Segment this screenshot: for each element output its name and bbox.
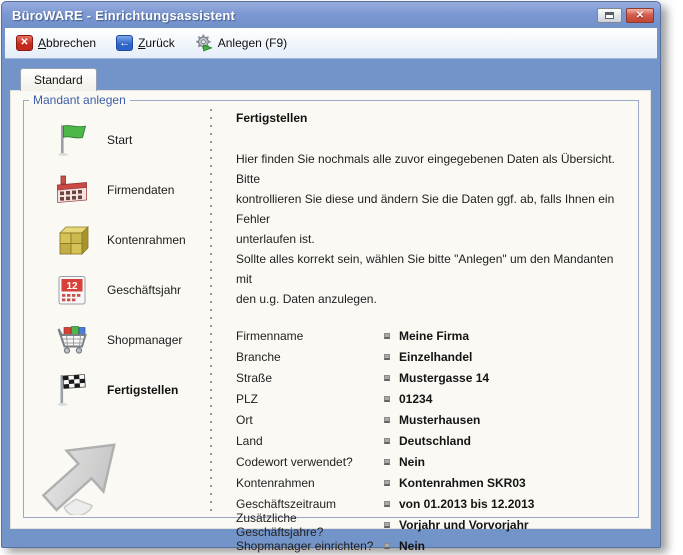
bullet-icon [384, 543, 390, 549]
summary-row: Kontenrahmen Kontenrahmen SKR03 [236, 472, 628, 493]
summary-value: Nein [399, 455, 425, 469]
wizard-window: BüroWARE - Einrichtungsassistent ✕ ✕ Abb… [1, 1, 661, 548]
summary-row: Land Deutschland [236, 430, 628, 451]
restore-window-icon [605, 12, 614, 19]
tab-page: Mandant anlegen Start [10, 90, 651, 529]
bullet-icon [384, 480, 390, 486]
summary-label: Branche [236, 350, 384, 364]
create-label: Anlegen (F9) [218, 36, 287, 50]
summary-row: Ort Musterhausen [236, 409, 628, 430]
cancel-label: Abbrechen [38, 36, 96, 50]
wizard-step-geschaeftsjahr[interactable]: 12 Geschäftsjahr [34, 265, 204, 315]
bullet-icon [384, 501, 390, 507]
summary-value: Vorjahr und Vorvorjahr [399, 518, 529, 532]
summary-row: Straße Mustergasse 14 [236, 367, 628, 388]
restore-window-button[interactable] [597, 8, 622, 23]
summary-value: Nein [399, 539, 425, 553]
window-title: BüroWARE - Einrichtungsassistent [12, 8, 597, 23]
summary-label: Zusätzliche Geschäftsjahre? [236, 511, 384, 539]
summary-label: PLZ [236, 392, 384, 406]
summary-value: von 01.2013 bis 12.2013 [399, 497, 534, 511]
summary-row: Firmenname Meine Firma [236, 325, 628, 346]
bullet-icon [384, 375, 390, 381]
create-gear-icon [195, 34, 213, 52]
summary-label: Shopmanager einrichten? [236, 539, 384, 553]
summary-value: Mustergasse 14 [399, 371, 489, 385]
bullet-icon [384, 396, 390, 402]
summary-label: Kontenrahmen [236, 476, 384, 490]
wizard-step-label: Firmendaten [107, 183, 174, 197]
wizard-step-label: Fertigstellen [107, 383, 178, 397]
window-controls: ✕ [597, 8, 654, 23]
back-label: Zurück [138, 36, 175, 50]
summary-label: Straße [236, 371, 384, 385]
wizard-step-kontenrahmen[interactable]: Kontenrahmen [34, 215, 204, 265]
summary-row: PLZ 01234 [236, 388, 628, 409]
bullet-icon [384, 438, 390, 444]
desktop: BüroWARE - Einrichtungsassistent ✕ ✕ Abb… [0, 0, 683, 555]
wizard-step-label: Geschäftsjahr [107, 283, 181, 297]
wizard-step-label: Shopmanager [107, 333, 182, 347]
summary-value: Einzelhandel [399, 350, 472, 364]
summary-row: Shopmanager einrichten? Nein [236, 535, 628, 555]
summary-list: Firmenname Meine Firma Branche Einzelhande… [236, 325, 628, 555]
bullet-icon [384, 459, 390, 465]
summary-value: Deutschland [399, 434, 471, 448]
create-button[interactable]: Anlegen (F9) [195, 34, 287, 52]
arrow-watermark-image [26, 417, 144, 511]
summary-panel: Fertigstellen Hier finden Sie nochmals a… [236, 111, 628, 511]
wizard-step-shopmanager[interactable]: Shopmanager [34, 315, 204, 365]
wizard-step-fertigstellen[interactable]: Fertigstellen [34, 365, 204, 415]
page-title: Fertigstellen [236, 111, 628, 125]
summary-row: Branche Einzelhandel [236, 346, 628, 367]
dotted-separator [210, 109, 212, 511]
cancel-icon: ✕ [16, 35, 33, 51]
shopping-cart-icon [52, 320, 92, 360]
close-window-button[interactable]: ✕ [626, 8, 654, 23]
wizard-step-start[interactable]: Start [34, 115, 204, 165]
checkered-flag-icon [52, 370, 92, 410]
intro-text: Hier finden Sie nochmals alle zuvor eing… [236, 149, 628, 309]
summary-value: 01234 [399, 392, 432, 406]
toolbar: ✕ Abbrechen ← Zurück [5, 28, 657, 59]
summary-value: Kontenrahmen SKR03 [399, 476, 526, 490]
back-button[interactable]: ← Zurück [116, 35, 175, 51]
bullet-icon [384, 522, 390, 528]
gold-boxes-icon [52, 220, 92, 260]
wizard-step-firmendaten[interactable]: Firmendaten [34, 165, 204, 215]
groupbox-mandant-anlegen: Mandant anlegen Start [23, 100, 639, 518]
bullet-icon [384, 354, 390, 360]
summary-row: Zusätzliche Geschäftsjahre?Vorjahr und V… [236, 514, 628, 535]
summary-value: Meine Firma [399, 329, 469, 343]
summary-label: Firmenname [236, 329, 384, 343]
summary-label: Geschäftszeitraum [236, 497, 384, 511]
summary-value: Musterhausen [399, 413, 480, 427]
summary-row: Codewort verwendet? Nein [236, 451, 628, 472]
bullet-icon [384, 333, 390, 339]
tab-standard[interactable]: Standard [20, 68, 97, 91]
summary-label: Land [236, 434, 384, 448]
factory-icon [52, 170, 92, 210]
green-flag-icon [52, 120, 92, 160]
summary-label: Codewort verwendet? [236, 455, 384, 469]
groupbox-label: Mandant anlegen [29, 93, 130, 107]
wizard-step-label: Kontenrahmen [107, 233, 186, 247]
bullet-icon [384, 417, 390, 423]
cancel-button[interactable]: ✕ Abbrechen [16, 35, 96, 51]
svg-text:12: 12 [66, 281, 78, 292]
wizard-step-list: Start [34, 115, 204, 415]
summary-label: Ort [236, 413, 384, 427]
wizard-step-label: Start [107, 133, 132, 147]
back-arrow-icon: ← [116, 35, 133, 51]
calendar-icon: 12 [52, 270, 92, 310]
titlebar: BüroWARE - Einrichtungsassistent ✕ [2, 2, 660, 28]
